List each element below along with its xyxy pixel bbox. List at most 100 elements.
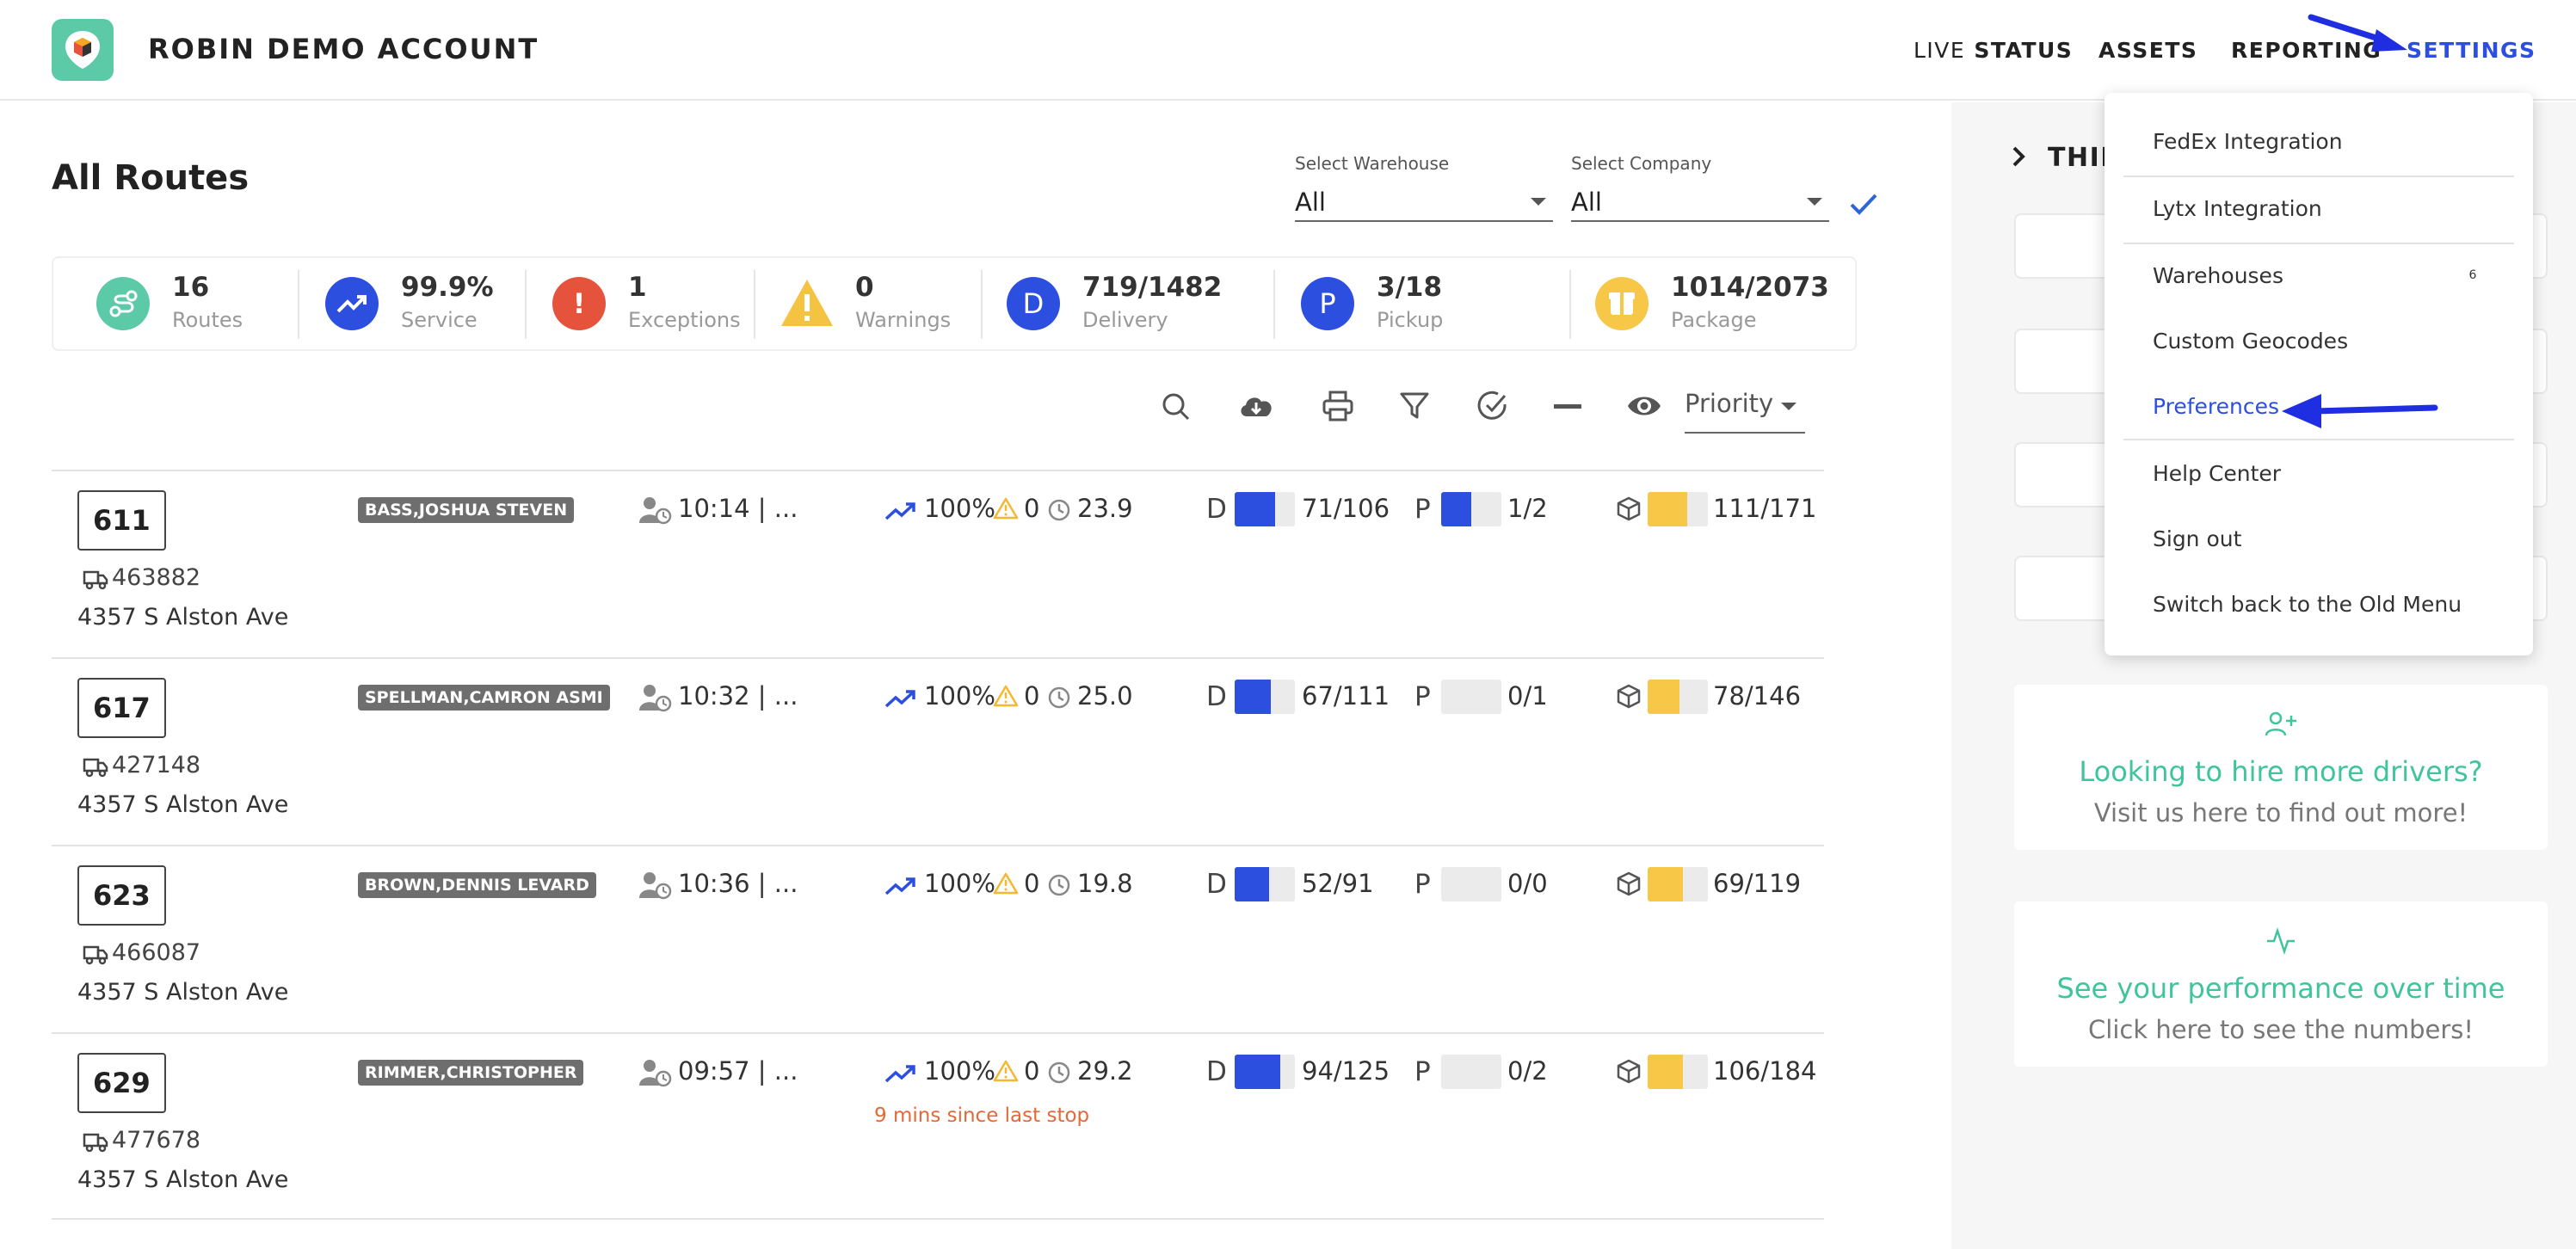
annotation-arrow-icon: [2308, 14, 2407, 52]
menu-item-sign-out[interactable]: Sign out: [2153, 526, 2241, 551]
menu-item-warehouses[interactable]: Warehouses: [2153, 263, 2283, 288]
menu-item-lytx-integration[interactable]: Lytx Integration: [2153, 196, 2322, 221]
trend-up-icon: [884, 502, 915, 520]
performance-title: See your performance over time: [2056, 972, 2505, 1005]
package-progress: [1648, 492, 1708, 526]
clock-icon: [1048, 874, 1070, 896]
clock-icon: [1048, 499, 1070, 521]
chevron-right-icon[interactable]: [2010, 145, 2027, 169]
download-cloud-icon[interactable]: [1237, 389, 1275, 423]
route-number[interactable]: 623: [77, 865, 166, 926]
package-progress: [1648, 1055, 1708, 1089]
route-icon: [96, 277, 150, 330]
package-progress: [1648, 867, 1708, 901]
delivery-label: D: [1206, 869, 1227, 900]
menu-divider: [2123, 175, 2514, 177]
annotation-arrow-icon: [2282, 394, 2438, 428]
route-number[interactable]: 611: [77, 490, 166, 551]
search-icon[interactable]: [1162, 389, 1191, 423]
truck-icon: [83, 945, 108, 965]
company-select-value: All: [1571, 188, 1602, 217]
route-row[interactable]: 623 466087 4357 S Alston Ave BROWN,DENNI…: [52, 845, 1824, 1032]
nav-live-suffix: STATUS: [1974, 38, 2074, 63]
stat-pickup-label: Pickup: [1377, 308, 1444, 332]
route-row[interactable]: 617 427148 4357 S Alston Ave SPELLMAN,CA…: [52, 657, 1824, 845]
hire-drivers-card[interactable]: Looking to hire more drivers? Visit us h…: [2014, 685, 2548, 850]
package-icon: [1617, 496, 1641, 521]
nav-settings[interactable]: SETTINGS: [2407, 38, 2536, 63]
start-time: 10:32 | ...: [678, 681, 798, 711]
activity-icon: [2267, 927, 2295, 955]
delivery-icon: D: [1007, 277, 1060, 330]
stat-divider: [1569, 270, 1571, 339]
chevron-down-icon: [1807, 198, 1822, 206]
vehicle-id: 463882: [112, 564, 201, 591]
apply-check-icon[interactable]: [1848, 191, 1879, 217]
nav-live-status[interactable]: LIVE STATUS: [1914, 38, 2073, 63]
pickup-progress: [1441, 680, 1501, 714]
route-row[interactable]: 611 463882 4357 S Alston Ave BASS,JOSHUA…: [52, 470, 1824, 657]
chevron-down-icon: [1531, 198, 1546, 206]
delivery-progress: [1235, 492, 1295, 526]
hire-title: Looking to hire more drivers?: [2079, 755, 2483, 788]
company-select[interactable]: All: [1571, 179, 1829, 222]
performance-card[interactable]: See your performance over time Click her…: [2014, 901, 2548, 1067]
stat-delivery-value: 719/1482: [1082, 272, 1223, 303]
start-time: 10:14 | ...: [678, 494, 798, 523]
page-title: All Routes: [52, 158, 250, 198]
package-icon: [1595, 277, 1649, 330]
trend-up-icon: [884, 1065, 915, 1083]
minus-icon[interactable]: [1552, 389, 1583, 423]
route-row[interactable]: 629 477678 4357 S Alston Ave RIMMER,CHRI…: [52, 1032, 1824, 1220]
warning-triangle-icon: [993, 872, 1019, 895]
warning-triangle-icon: [993, 685, 1019, 707]
driver-badge[interactable]: BROWN,DENNIS LEVARD: [358, 872, 596, 898]
menu-item-custom-geocodes[interactable]: Custom Geocodes: [2153, 329, 2348, 354]
stat-service-value: 99.9%: [401, 272, 494, 303]
menu-item-preferences[interactable]: Preferences: [2153, 394, 2279, 419]
menu-item-help-center[interactable]: Help Center: [2153, 461, 2281, 486]
pickup-count: 0/0: [1507, 869, 1548, 898]
pickup-count: 0/2: [1507, 1056, 1548, 1086]
driver-badge[interactable]: BASS,JOSHUA STEVEN: [358, 497, 575, 523]
menu-item-switch-old-menu[interactable]: Switch back to the Old Menu: [2153, 592, 2462, 617]
delivery-progress: [1235, 1055, 1295, 1089]
print-icon[interactable]: [1322, 389, 1354, 423]
package-icon: [1617, 1059, 1641, 1084]
driver-badge[interactable]: RIMMER,CHRISTOPHER: [358, 1060, 584, 1086]
pickup-label: P: [1414, 869, 1431, 900]
warning-triangle-icon: [993, 497, 1019, 520]
eye-icon[interactable]: [1626, 389, 1662, 423]
pickup-progress: [1441, 1055, 1501, 1089]
route-number[interactable]: 617: [77, 678, 166, 738]
person-clock-icon: [639, 685, 672, 712]
package-progress: [1648, 680, 1708, 714]
warehouse-select[interactable]: All: [1295, 179, 1553, 222]
service-percent: 100%: [924, 681, 995, 711]
chevron-down-icon: [1781, 403, 1796, 410]
package-count: 78/146: [1713, 681, 1802, 711]
nav-assets[interactable]: ASSETS: [2098, 38, 2197, 63]
elapsed-value: 29.2: [1077, 1056, 1133, 1086]
filter-icon[interactable]: [1399, 389, 1430, 423]
package-count: 69/119: [1713, 869, 1802, 898]
stat-exceptions-value: 1: [628, 272, 647, 303]
route-number[interactable]: 629: [77, 1053, 166, 1113]
stat-exceptions-label: Exceptions: [628, 308, 741, 332]
app-logo[interactable]: [52, 19, 114, 81]
warehouses-badge: 6: [2468, 268, 2477, 282]
warehouse-select-label: Select Warehouse: [1295, 153, 1450, 174]
trend-up-icon: [884, 877, 915, 895]
person-clock-icon: [639, 1060, 672, 1087]
person-clock-icon: [639, 872, 672, 900]
delivery-progress: [1235, 680, 1295, 714]
menu-item-fedex-integration[interactable]: FedEx Integration: [2153, 129, 2343, 154]
route-address: 4357 S Alston Ave: [77, 791, 289, 818]
priority-select[interactable]: Priority: [1685, 389, 1805, 434]
hire-subtitle: Visit us here to find out more!: [2093, 798, 2468, 828]
pickup-label: P: [1414, 1056, 1431, 1087]
warning-count: 0: [1024, 869, 1040, 898]
check-circle-icon[interactable]: [1476, 389, 1509, 423]
driver-badge[interactable]: SPELLMAN,CAMRON ASMI: [358, 685, 610, 711]
stat-delivery-label: Delivery: [1082, 308, 1168, 332]
